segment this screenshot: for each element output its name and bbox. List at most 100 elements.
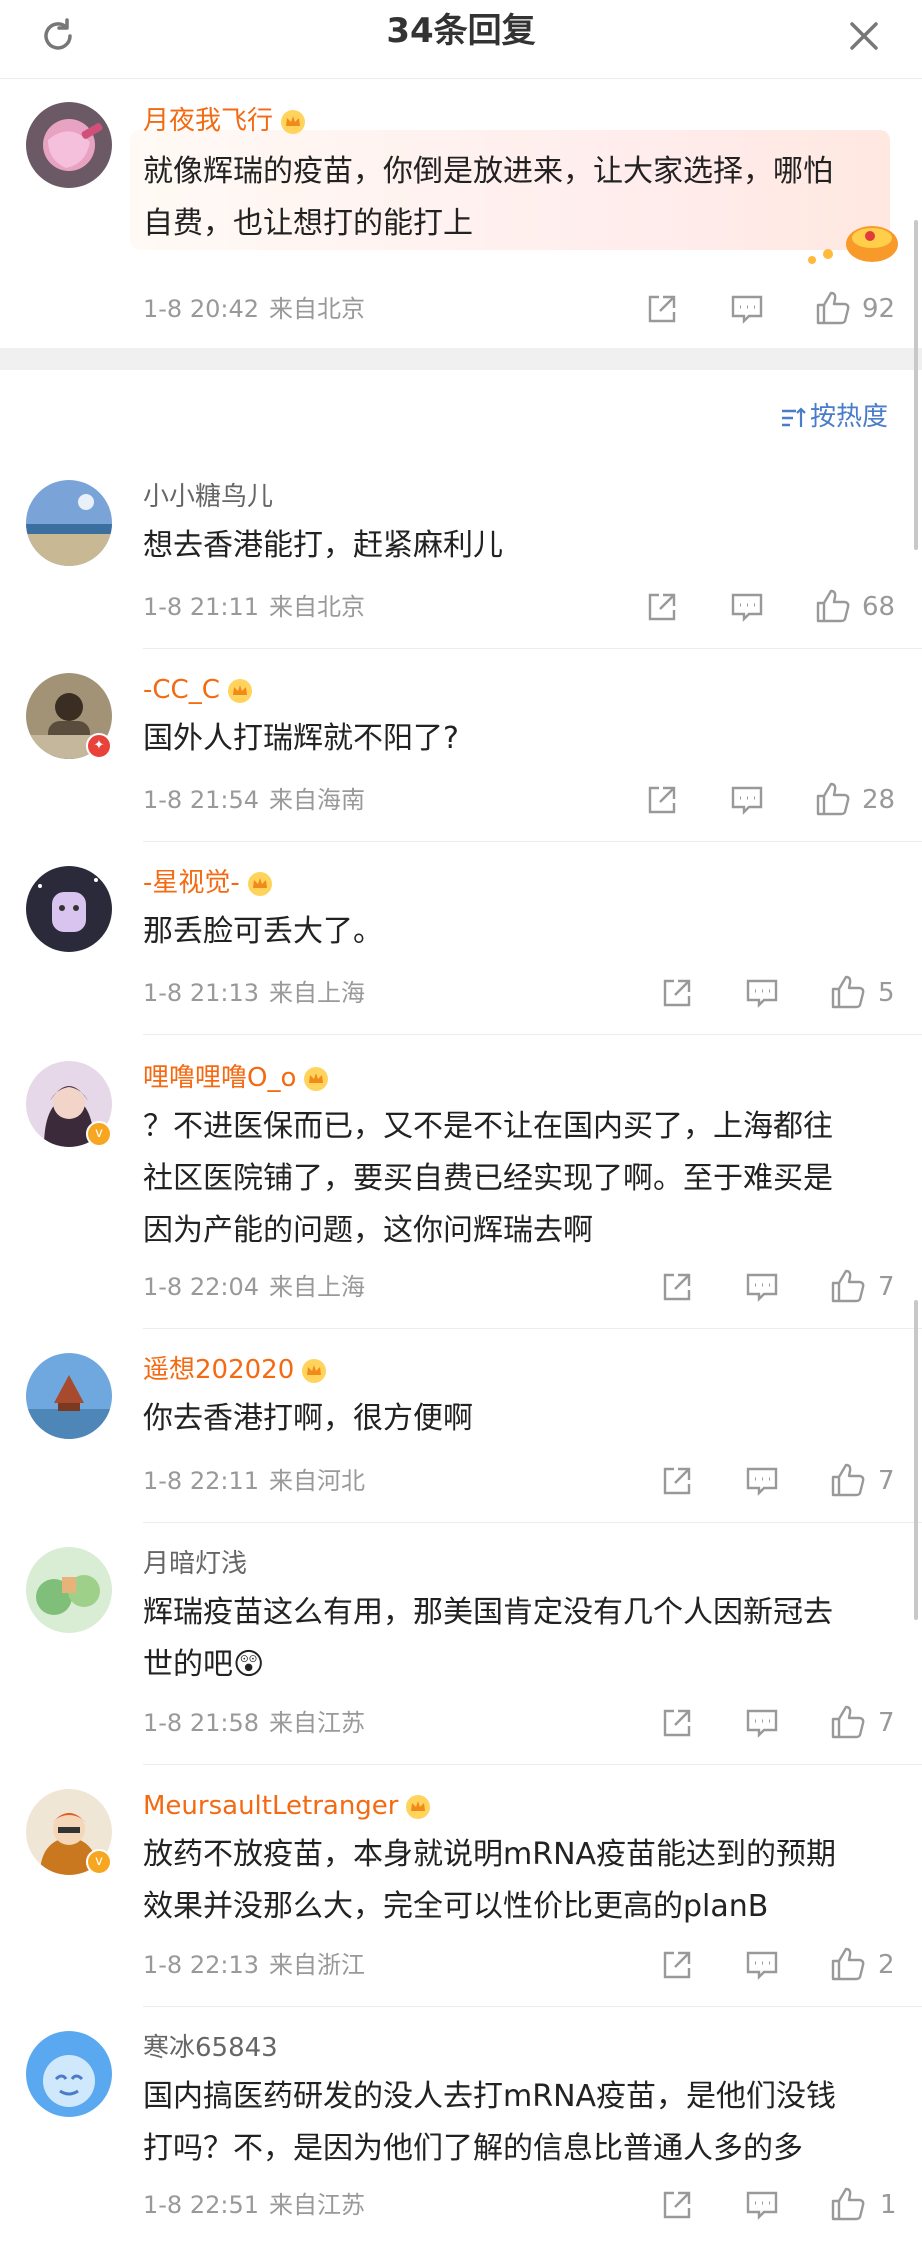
timestamp: 1-8 21:11	[143, 593, 259, 621]
reply-meta: 1-8 22:04 来自上海	[143, 1272, 365, 1302]
location: 来自北京	[269, 295, 365, 323]
reply-text: 那丢脸可丢大了。	[143, 906, 903, 958]
like-icon[interactable]	[830, 1268, 865, 1303]
comment-icon[interactable]	[745, 1464, 779, 1498]
reply-text: 国外人打瑞辉就不阳了?	[143, 713, 903, 765]
timestamp: 1-8 22:04	[143, 1273, 259, 1301]
like-count: 92	[862, 294, 896, 324]
username-text: MeursaultLetranger	[143, 1791, 399, 1821]
comment-icon[interactable]	[745, 2188, 779, 2222]
text-line: 放药不放疫苗，本身就说明mRNA疫苗能达到的预期	[143, 1837, 837, 1872]
location: 来自浙江	[269, 1951, 365, 1979]
reply-meta: 1-8 22:11 来自河北	[143, 1466, 365, 1496]
location: 来自河北	[269, 1467, 365, 1495]
scrollbar[interactable]	[914, 220, 918, 550]
like-icon[interactable]	[830, 1462, 865, 1497]
text-line: 打吗？不，是因为他们了解的信息比普通人多的多	[143, 2131, 803, 2166]
avatar[interactable]	[26, 480, 112, 566]
reply-username[interactable]: 寒冰65843	[143, 2031, 278, 2065]
close-icon[interactable]	[842, 14, 886, 58]
avatar[interactable]	[26, 102, 112, 188]
reply-username[interactable]: 小小糖鸟儿	[143, 480, 273, 514]
like-count: 7	[878, 1708, 895, 1738]
divider	[143, 841, 922, 842]
location: 来自江苏	[269, 1709, 365, 1737]
avatar[interactable]	[26, 1353, 112, 1439]
like-count: 68	[862, 592, 896, 622]
timestamp: 1-8 22:13	[143, 1951, 259, 1979]
top-comment-username[interactable]: 月夜我飞行	[143, 104, 307, 138]
timestamp: 1-8 22:51	[143, 2191, 259, 2219]
reply-username[interactable]: 哩噜哩噜O_o	[143, 1061, 330, 1095]
comment-icon[interactable]	[730, 292, 764, 326]
vip-crown-icon	[281, 109, 306, 134]
like-icon[interactable]	[830, 974, 865, 1009]
share-icon[interactable]	[660, 1464, 694, 1498]
share-icon[interactable]	[660, 1270, 694, 1304]
comment-icon[interactable]	[745, 1270, 779, 1304]
timestamp: 1-8 21:58	[143, 1709, 259, 1737]
username-text: 哩噜哩噜O_o	[143, 1063, 297, 1093]
share-icon[interactable]	[660, 976, 694, 1010]
divider	[143, 2006, 922, 2007]
location: 来自江苏	[269, 2191, 365, 2219]
like-count: 7	[878, 1272, 895, 1302]
vip-crown-icon	[406, 1794, 431, 1819]
like-icon[interactable]	[830, 1704, 865, 1739]
text-line: 世的吧😲	[143, 1647, 265, 1682]
text-line: 因为产能的问题，这你问辉瑞去啊	[143, 1213, 593, 1248]
comment-icon[interactable]	[745, 1948, 779, 1982]
reply-username[interactable]: -CC_C	[143, 673, 254, 707]
username-text: -CC_C	[143, 675, 220, 705]
share-icon[interactable]	[645, 590, 679, 624]
avatar[interactable]	[26, 2031, 112, 2117]
reply-meta: 1-8 21:58 来自江苏	[143, 1708, 365, 1738]
text-line: 想去香港能打，赶紧麻利儿	[143, 528, 503, 563]
timestamp: 1-8 20:42	[143, 295, 259, 323]
reply-username[interactable]: 遥想202020	[143, 1353, 328, 1387]
reply-username[interactable]: 月暗灯浅	[143, 1547, 247, 1581]
page-title: 34条回复	[386, 11, 536, 51]
sort-icon	[781, 406, 806, 427]
timestamp: 1-8 21:13	[143, 979, 259, 1007]
scrollbar[interactable]	[914, 1300, 918, 1620]
share-icon[interactable]	[660, 2188, 694, 2222]
share-icon[interactable]	[645, 783, 679, 817]
username-text: 遥想202020	[143, 1355, 295, 1385]
top-comment-meta: 1-8 20:42 来自北京	[143, 294, 365, 324]
comment-icon[interactable]	[730, 783, 764, 817]
reply-username[interactable]: MeursaultLetranger	[143, 1789, 432, 1823]
avatar[interactable]	[26, 1547, 112, 1633]
like-icon[interactable]	[815, 781, 850, 816]
reply-meta: 1-8 21:13 来自上海	[143, 978, 365, 1008]
vip-crown-icon	[304, 1066, 329, 1091]
text-line: 社区医院铺了，要买自费已经实现了啊。至于难买是	[143, 1161, 833, 1196]
like-icon[interactable]	[815, 588, 850, 623]
reply-text: 你去香港打啊，很方便啊	[143, 1393, 903, 1445]
comment-icon[interactable]	[745, 976, 779, 1010]
reply-username[interactable]: -星视觉-	[143, 866, 274, 900]
verified-badge: v	[86, 1121, 112, 1147]
like-icon[interactable]	[830, 1946, 865, 1981]
divider	[143, 648, 922, 649]
username-text: 小小糖鸟儿	[143, 482, 274, 512]
divider	[143, 1034, 922, 1035]
comment-icon[interactable]	[730, 590, 764, 624]
comment-icon[interactable]	[745, 1706, 779, 1740]
share-icon[interactable]	[660, 1706, 694, 1740]
text-line: 自费，也让想打的能打上	[143, 206, 473, 241]
divider	[143, 1522, 922, 1523]
like-icon[interactable]	[815, 290, 850, 325]
location: 来自北京	[269, 593, 365, 621]
share-icon[interactable]	[660, 1948, 694, 1982]
like-count: 28	[862, 785, 896, 815]
avatar[interactable]	[26, 866, 112, 952]
sort-button[interactable]: 按热度	[780, 400, 888, 434]
verified-badge: v	[86, 1849, 112, 1875]
text-line: ？不进医保而已，又不是不让在国内买了，上海都往	[143, 1109, 833, 1144]
vip-crown-icon	[227, 678, 252, 703]
like-icon[interactable]	[830, 2186, 865, 2221]
share-icon[interactable]	[645, 292, 679, 326]
username-text: 寒冰65843	[143, 2033, 278, 2063]
reply-meta: 1-8 22:51 来自江苏	[143, 2190, 365, 2220]
